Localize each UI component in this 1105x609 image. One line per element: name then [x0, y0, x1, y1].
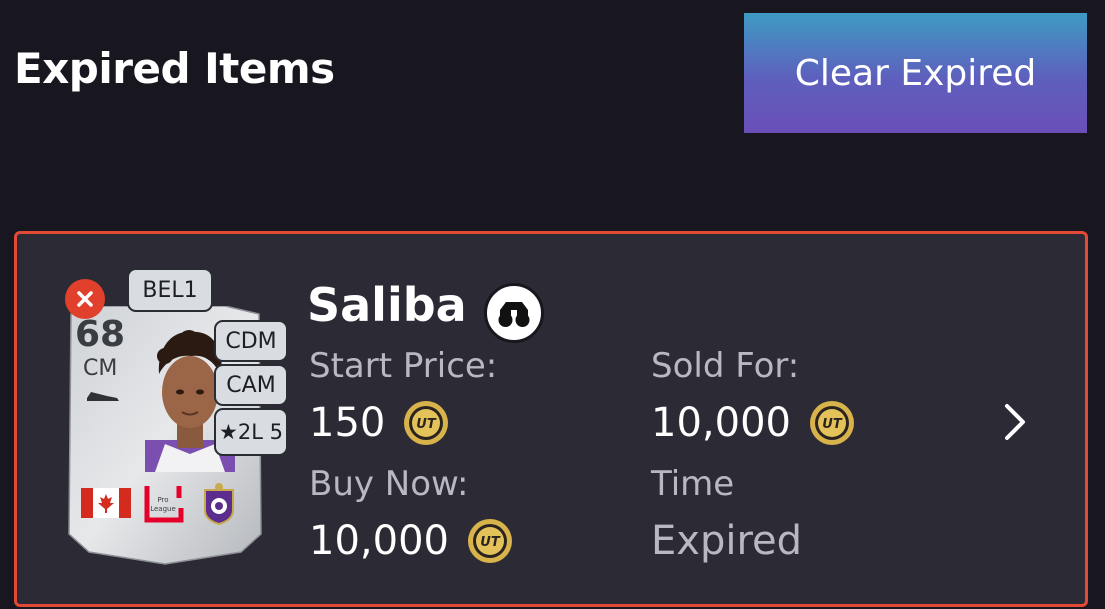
svg-text:Pro: Pro: [157, 496, 168, 504]
boot-icon: [87, 392, 119, 401]
start-price-label: Start Price:: [309, 346, 498, 386]
sold-for-value: 10,000 UT: [651, 400, 855, 446]
club-badge-icon: [204, 483, 234, 526]
start-price-amount: 150: [309, 400, 386, 446]
skill-moves-chip: ★2L 5: [214, 408, 288, 456]
card-rating: 68: [75, 314, 126, 355]
pro-league-logo: Pro League: [144, 486, 184, 523]
coin-icon: UT: [404, 401, 449, 445]
coin-icon: UT: [809, 401, 854, 445]
alt-position-chip: CDM: [214, 320, 288, 362]
buy-now-amount: 10,000: [309, 518, 449, 564]
alt-position-chip: CAM: [214, 364, 288, 406]
expired-item-card[interactable]: 68 CM Pro League BEL1 CDM CAM ★2L 5 Sali…: [14, 231, 1088, 607]
canada-flag-icon: [81, 488, 131, 518]
coin-icon: UT: [467, 519, 512, 563]
time-label: Time: [651, 464, 735, 504]
card-position: CM: [83, 356, 118, 381]
start-price-value: 150 UT: [309, 400, 449, 446]
sold-for-label: Sold For:: [651, 346, 800, 386]
player-name: Saliba: [307, 278, 467, 332]
svg-text:League: League: [150, 505, 176, 513]
page-title: Expired Items: [14, 44, 335, 93]
league-chip: BEL1: [127, 268, 213, 312]
binoculars-icon[interactable]: [484, 283, 544, 343]
buy-now-label: Buy Now:: [309, 464, 469, 504]
clear-expired-button[interactable]: Clear Expired: [744, 13, 1087, 133]
time-value: Expired: [651, 518, 803, 564]
buy-now-value: 10,000 UT: [309, 518, 513, 564]
svg-text:UT: UT: [480, 535, 501, 550]
sold-for-amount: 10,000: [651, 400, 791, 446]
svg-text:UT: UT: [822, 417, 843, 432]
chevron-right-icon[interactable]: [997, 392, 1033, 452]
svg-text:UT: UT: [417, 417, 438, 432]
close-icon[interactable]: [65, 279, 105, 319]
